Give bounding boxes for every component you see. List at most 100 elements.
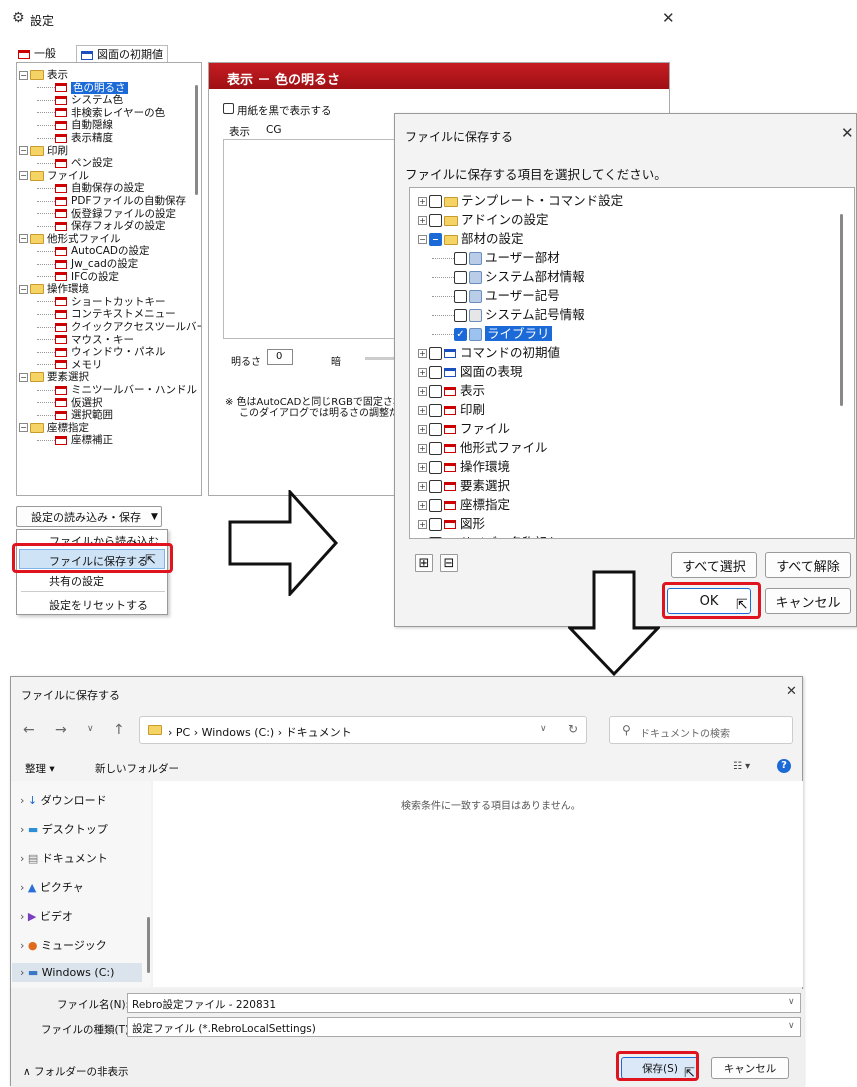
item-checkbox[interactable] (429, 461, 442, 474)
nav-item[interactable]: › ▶ ビデオ (20, 908, 73, 924)
item-checkbox[interactable] (429, 518, 442, 531)
tree-item[interactable]: 自動隠線 (37, 119, 113, 132)
item-checkbox[interactable] (454, 309, 467, 322)
tree-item[interactable]: コンテキストメニュー (37, 308, 176, 321)
tree-item[interactable]: マウス・キー (37, 334, 134, 347)
save-tree-item[interactable]: − 部材の設定 (418, 229, 524, 248)
expand-all-button[interactable]: ⊞ (415, 554, 433, 572)
chevron-down-icon[interactable]: ∨ (788, 1021, 795, 1031)
tree-item[interactable]: 保存フォルダの設定 (37, 220, 166, 233)
black-paper-checkbox[interactable] (223, 103, 234, 114)
save-tree-item[interactable]: + コマンドの初期値 (418, 343, 560, 362)
chevron-right-icon[interactable]: › (20, 881, 28, 894)
collapse-all-button[interactable]: ⊟ (440, 554, 458, 572)
tree-item[interactable]: ショートカットキー (37, 296, 166, 309)
item-checkbox[interactable] (429, 442, 442, 455)
save-tree-item[interactable]: + 図面の表現 (418, 362, 523, 381)
collapse-icon[interactable]: − (19, 171, 28, 181)
save-tree-item[interactable]: ユーザー部材 (432, 248, 560, 267)
nav-item[interactable]: › ↓ ダウンロード (20, 792, 107, 808)
refresh-icon[interactable]: ↻ (568, 722, 578, 736)
collapse-icon[interactable]: − (19, 423, 28, 433)
item-checkbox[interactable] (429, 423, 442, 436)
breadcrumb-drive[interactable]: Windows (C:) (202, 726, 275, 739)
tree-item[interactable]: 非検索レイヤーの色 (37, 107, 165, 120)
inner-tab-cg[interactable]: CG (266, 124, 281, 136)
save-tree-item[interactable]: + ファイル (418, 419, 510, 438)
tree-item[interactable]: メモリ (37, 359, 103, 372)
expand-icon[interactable]: + (418, 463, 427, 472)
cancel-button[interactable]: キャンセル (711, 1057, 789, 1079)
tree-item[interactable]: − 座標指定 (19, 422, 89, 435)
breadcrumb-documents[interactable]: ドキュメント (286, 726, 352, 739)
collapse-icon[interactable]: − (19, 70, 28, 80)
expand-icon[interactable]: + (418, 520, 427, 529)
close-icon[interactable]: ✕ (662, 9, 675, 27)
chevron-down-icon[interactable]: ∨ (87, 724, 94, 734)
menu-item-shared[interactable]: 共有の設定 (49, 573, 104, 589)
tree-item[interactable]: PDFファイルの自動保存 (37, 195, 186, 208)
item-checkbox[interactable] (429, 385, 442, 398)
tree-item[interactable]: − 他形式ファイル (19, 233, 121, 246)
back-arrow-icon[interactable]: ← (23, 722, 35, 738)
breadcrumb-pc[interactable]: PC (176, 726, 190, 739)
item-checkbox[interactable] (429, 233, 442, 246)
settings-tree[interactable]: − 表示 色の明るさ システム色 非検索レイヤーの色 自動隠線 表示精度 − 印刷 ペン設定 − ファ… (16, 62, 202, 496)
save-tree-item[interactable]: + 印刷 (418, 400, 485, 419)
collapse-icon[interactable]: − (19, 372, 28, 382)
save-tree-item[interactable]: + 表示 (418, 381, 485, 400)
save-tree-item[interactable]: + テンプレート・コマンド設定 (418, 191, 623, 210)
tab-drawing-defaults[interactable]: 図面の初期値 (76, 45, 168, 62)
nav-scrollbar[interactable] (147, 917, 150, 973)
item-checkbox[interactable] (429, 195, 442, 208)
close-icon[interactable]: ✕ (786, 684, 797, 699)
save-tree-item[interactable]: システム記号情報 (432, 305, 585, 324)
save-tree-item[interactable]: ユーザー記号 (432, 286, 560, 305)
item-checkbox[interactable] (454, 252, 467, 265)
address-bar[interactable]: › PC › Windows (C:) › ドキュメント ∨ ↻ (139, 716, 587, 744)
tree-item[interactable]: IFCの設定 (37, 271, 119, 284)
tree-item[interactable]: 選択範囲 (37, 409, 113, 422)
nav-item[interactable]: › ▬ Windows (C:) (12, 963, 142, 982)
tree-item[interactable]: − 要素選択 (19, 371, 89, 384)
chevron-right-icon[interactable]: › (20, 852, 28, 865)
save-items-tree[interactable]: + テンプレート・コマンド設定 + アドインの設定 − 部材の設定 ユーザー部材 システム部材… (409, 187, 855, 539)
close-icon[interactable]: ✕ (841, 124, 854, 142)
collapse-icon[interactable]: − (19, 284, 28, 294)
hide-folders-toggle[interactable]: ∧ フォルダーの非表示 (23, 1064, 129, 1079)
tree-item[interactable]: ペン設定 (37, 157, 113, 170)
up-arrow-icon[interactable]: ↑ (113, 722, 125, 738)
cancel-button[interactable]: キャンセル (765, 588, 851, 614)
expand-icon[interactable]: + (418, 425, 427, 434)
filename-field[interactable]: Rebro設定ファイル - 220831 ∨ (127, 993, 801, 1013)
chevron-down-icon[interactable]: ∨ (788, 997, 795, 1007)
chevron-right-icon[interactable]: › (20, 823, 28, 836)
menu-item-reset[interactable]: 設定をリセットする (49, 597, 148, 613)
save-tree-item[interactable]: + 要素選択 (418, 476, 510, 495)
item-checkbox[interactable] (429, 347, 442, 360)
chevron-down-icon[interactable]: ∨ (540, 724, 547, 734)
save-tree-item[interactable]: + 他形式ファイル (418, 438, 548, 457)
tree-item[interactable]: クイックアクセスツールバー (37, 321, 201, 334)
help-icon[interactable]: ? (777, 759, 791, 773)
save-tree-item[interactable]: + 操作環境 (418, 457, 510, 476)
expand-icon[interactable]: + (418, 482, 427, 491)
chevron-right-icon[interactable]: › (20, 966, 28, 979)
save-tree-item[interactable]: +サイズ・名称記入 (418, 533, 560, 538)
expand-icon[interactable]: + (418, 349, 427, 358)
tree-scrollbar[interactable] (840, 214, 843, 406)
tree-item[interactable]: AutoCADの設定 (37, 245, 149, 258)
chevron-right-icon[interactable]: › (20, 794, 28, 807)
tree-item[interactable]: ウィンドウ・パネル (37, 346, 166, 359)
brightness-slider[interactable] (365, 357, 395, 360)
expand-icon[interactable]: + (418, 387, 427, 396)
expand-icon[interactable]: + (418, 368, 427, 377)
save-tree-item[interactable]: + アドインの設定 (418, 210, 549, 229)
item-checkbox[interactable] (429, 404, 442, 417)
tree-item[interactable]: ミニツールバー・ハンドル (37, 384, 197, 397)
nav-item[interactable]: › ▬ デスクトップ (20, 821, 108, 837)
tab-general[interactable]: 一般 (18, 45, 56, 61)
expand-icon[interactable]: + (418, 406, 427, 415)
chevron-right-icon[interactable]: › (20, 939, 28, 952)
item-checkbox[interactable] (429, 480, 442, 493)
